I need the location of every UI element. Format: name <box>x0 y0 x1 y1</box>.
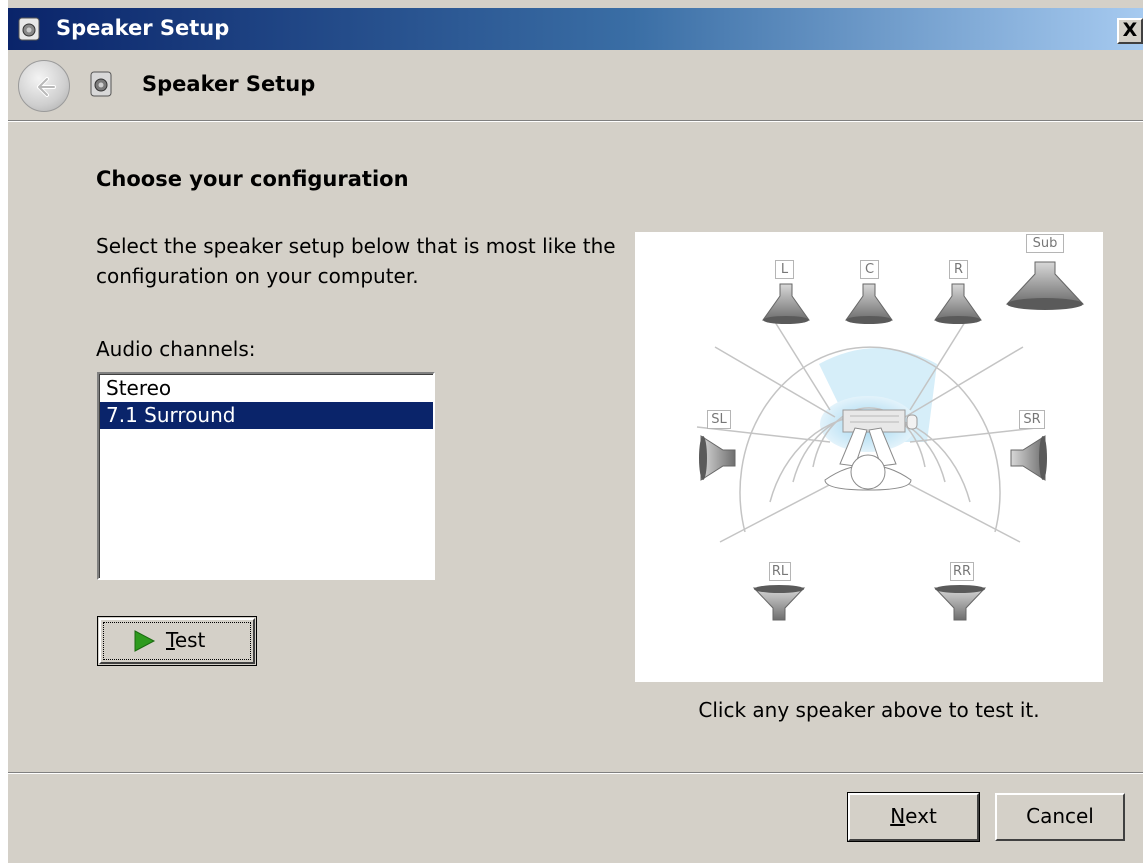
audio-channels-listbox[interactable]: Stereo 7.1 Surround <box>97 372 435 580</box>
nav-bar: Speaker Setup <box>8 50 1143 120</box>
center-speaker[interactable]: C <box>844 260 894 326</box>
speaker-label-sub: Sub <box>1026 234 1064 253</box>
title-bar: Speaker Setup X <box>8 8 1143 50</box>
speaker-label-r: R <box>949 260 968 279</box>
speaker-test-hint: Click any speaker above to test it. <box>698 698 1040 722</box>
close-button[interactable]: X <box>1117 18 1143 44</box>
speaker-label-rl: RL <box>769 562 791 581</box>
next-button[interactable]: Next <box>847 792 980 842</box>
page-title: Speaker Setup <box>142 72 316 96</box>
speaker-icon <box>699 435 736 481</box>
cancel-button[interactable]: Cancel <box>995 793 1125 841</box>
back-arrow-icon <box>37 77 56 97</box>
speaker-label-c: C <box>860 260 879 279</box>
side-left-speaker[interactable]: SL <box>699 410 741 486</box>
window-edge <box>0 0 8 863</box>
speaker-app-icon <box>18 17 40 41</box>
front-right-speaker[interactable]: R <box>933 260 983 326</box>
play-icon <box>132 629 156 657</box>
rear-right-speaker[interactable]: RR <box>933 562 987 624</box>
list-item-stereo[interactable]: Stereo <box>100 375 433 402</box>
speaker-icon <box>752 585 806 621</box>
speaker-setup-icon <box>90 71 112 97</box>
audio-channels-label: Audio channels: <box>96 337 256 361</box>
speaker-icon <box>762 283 810 324</box>
rear-left-speaker[interactable]: RL <box>752 562 806 624</box>
speaker-label-l: L <box>775 260 794 279</box>
speaker-diagram: L C R Sub SL SR RL RR <box>635 232 1103 682</box>
test-button[interactable]: Test <box>97 616 257 666</box>
speaker-label-sr: SR <box>1019 410 1045 429</box>
back-button[interactable] <box>18 60 70 112</box>
subwoofer-icon <box>1005 261 1085 310</box>
list-item-7-1-surround[interactable]: 7.1 Surround <box>100 402 433 429</box>
main-content: Choose your configuration Select the spe… <box>8 122 1143 772</box>
subwoofer-speaker[interactable]: Sub <box>1005 232 1085 316</box>
speaker-icon <box>1010 435 1047 481</box>
front-left-speaker[interactable]: L <box>761 260 811 326</box>
side-right-speaker[interactable]: SR <box>1005 410 1047 486</box>
section-heading: Choose your configuration <box>96 167 409 191</box>
bottom-divider <box>8 772 1143 774</box>
speaker-icon <box>934 283 982 324</box>
speaker-icon <box>933 585 987 621</box>
speaker-label-sl: SL <box>707 410 731 429</box>
speaker-icon <box>845 283 893 324</box>
window-title: Speaker Setup <box>56 16 230 40</box>
instructions-text: Select the speaker setup below that is m… <box>96 234 616 288</box>
speaker-label-rr: RR <box>950 562 974 581</box>
test-button-label: Test <box>166 628 206 652</box>
